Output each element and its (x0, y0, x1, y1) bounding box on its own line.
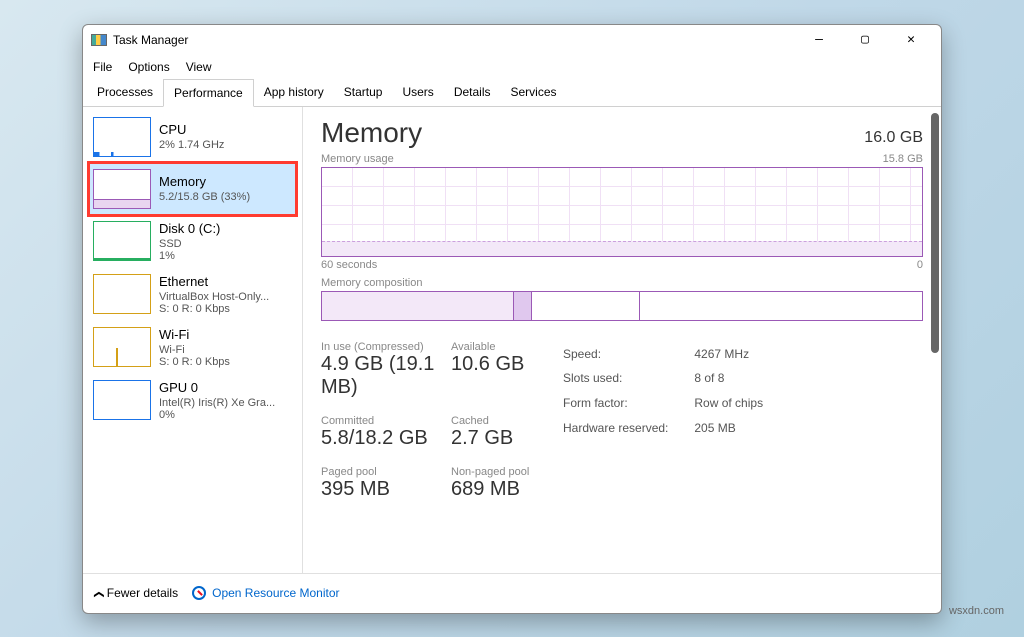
committed-value: 5.8/18.2 GB (321, 427, 451, 450)
memory-total: 16.0 GB (864, 129, 923, 147)
close-button[interactable]: ✕ (889, 26, 933, 54)
cached-value: 2.7 GB (451, 427, 561, 450)
memory-usage-chart (321, 167, 923, 257)
memory-thumb (93, 169, 151, 209)
disk-thumb (93, 221, 151, 261)
nonpaged-label: Non-paged pool (451, 466, 561, 478)
memory-sub: 5.2/15.8 GB (33%) (159, 191, 250, 203)
maximize-button[interactable]: ▢ (843, 26, 887, 54)
inuse-label: In use (Compressed) (321, 341, 451, 353)
titlebar: Task Manager — ▢ ✕ (83, 25, 941, 55)
fewer-details-button[interactable]: ❯ Fewer details (95, 586, 178, 600)
usage-label: Memory usage (321, 153, 394, 165)
ethernet-sub1: VirtualBox Host-Only... (159, 291, 269, 303)
tab-users[interactable]: Users (392, 79, 443, 106)
tab-processes[interactable]: Processes (87, 79, 163, 106)
tab-performance[interactable]: Performance (163, 79, 254, 107)
gpu-title: GPU 0 (159, 380, 275, 395)
comp-standby (532, 292, 640, 320)
scrollbar[interactable] (931, 113, 939, 353)
sidebar-item-memory[interactable]: Memory 5.2/15.8 GB (33%) (89, 163, 296, 215)
slots-label: Slots used: (563, 367, 692, 390)
form-value: Row of chips (694, 392, 763, 415)
wifi-title: Wi-Fi (159, 327, 230, 342)
main-panel: Memory 16.0 GB Memory usage 15.8 GB 60 s… (303, 107, 941, 573)
hw-value: 205 MB (694, 417, 763, 440)
sidebar: CPU 2% 1.74 GHz Memory 5.2/15.8 GB (33%)… (83, 107, 303, 573)
ethernet-sub2: S: 0 R: 0 Kbps (159, 303, 269, 315)
time-right: 0 (917, 259, 923, 271)
available-value: 10.6 GB (451, 353, 561, 376)
sidebar-item-wifi[interactable]: Wi-Fi Wi-Fi S: 0 R: 0 Kbps (89, 321, 296, 374)
menubar: File Options View (83, 55, 941, 79)
tab-services[interactable]: Services (501, 79, 567, 106)
speed-label: Speed: (563, 343, 692, 366)
form-label: Form factor: (563, 392, 692, 415)
usage-max: 15.8 GB (883, 153, 923, 165)
page-title: Memory (321, 117, 422, 149)
footer: ❯ Fewer details Open Resource Monitor (83, 573, 941, 613)
memory-title: Memory (159, 174, 250, 189)
window-controls: — ▢ ✕ (797, 26, 933, 54)
speed-value: 4267 MHz (694, 343, 763, 366)
wifi-thumb (93, 327, 151, 367)
resource-monitor-icon (192, 586, 206, 600)
paged-value: 395 MB (321, 478, 451, 501)
tabs: Processes Performance App history Startu… (83, 79, 941, 107)
sidebar-item-gpu[interactable]: GPU 0 Intel(R) Iris(R) Xe Gra... 0% (89, 374, 296, 427)
window-title: Task Manager (113, 33, 797, 47)
tab-apphistory[interactable]: App history (254, 79, 334, 106)
committed-label: Committed (321, 415, 451, 427)
gpu-sub2: 0% (159, 409, 275, 421)
time-left: 60 seconds (321, 259, 377, 271)
sidebar-item-ethernet[interactable]: Ethernet VirtualBox Host-Only... S: 0 R:… (89, 268, 296, 321)
tab-startup[interactable]: Startup (334, 79, 393, 106)
cached-label: Cached (451, 415, 561, 427)
ethernet-title: Ethernet (159, 274, 269, 289)
sidebar-item-disk[interactable]: Disk 0 (C:) SSD 1% (89, 215, 296, 268)
cpu-sub: 2% 1.74 GHz (159, 139, 224, 151)
wifi-sub2: S: 0 R: 0 Kbps (159, 356, 230, 368)
paged-label: Paged pool (321, 466, 451, 478)
app-icon (91, 34, 107, 46)
chevron-up-icon: ❯ (94, 590, 105, 598)
ethernet-thumb (93, 274, 151, 314)
task-manager-window: Task Manager — ▢ ✕ File Options View Pro… (82, 24, 942, 614)
cpu-title: CPU (159, 122, 224, 137)
watermark: wsxdn.com (949, 605, 1004, 617)
comp-modified (514, 292, 532, 320)
gpu-sub1: Intel(R) Iris(R) Xe Gra... (159, 397, 275, 409)
menu-options[interactable]: Options (128, 60, 169, 74)
comp-in-use (322, 292, 514, 320)
slots-value: 8 of 8 (694, 367, 763, 390)
disk-sub1: SSD (159, 238, 220, 250)
composition-label: Memory composition (321, 277, 422, 289)
inuse-value: 4.9 GB (19.1 MB) (321, 353, 451, 399)
content: CPU 2% 1.74 GHz Memory 5.2/15.8 GB (33%)… (83, 107, 941, 573)
memory-details-table: Speed:4267 MHz Slots used:8 of 8 Form fa… (561, 341, 765, 442)
open-resource-monitor-link[interactable]: Open Resource Monitor (192, 586, 339, 600)
memory-composition-chart (321, 291, 923, 321)
hw-label: Hardware reserved: (563, 417, 692, 440)
cpu-thumb (93, 117, 151, 157)
wifi-sub1: Wi-Fi (159, 344, 230, 356)
nonpaged-value: 689 MB (451, 478, 561, 501)
tab-details[interactable]: Details (444, 79, 501, 106)
minimize-button[interactable]: — (797, 26, 841, 54)
disk-sub2: 1% (159, 250, 220, 262)
menu-view[interactable]: View (186, 60, 212, 74)
sidebar-item-cpu[interactable]: CPU 2% 1.74 GHz (89, 111, 296, 163)
disk-title: Disk 0 (C:) (159, 221, 220, 236)
menu-file[interactable]: File (93, 60, 112, 74)
gpu-thumb (93, 380, 151, 420)
available-label: Available (451, 341, 561, 353)
